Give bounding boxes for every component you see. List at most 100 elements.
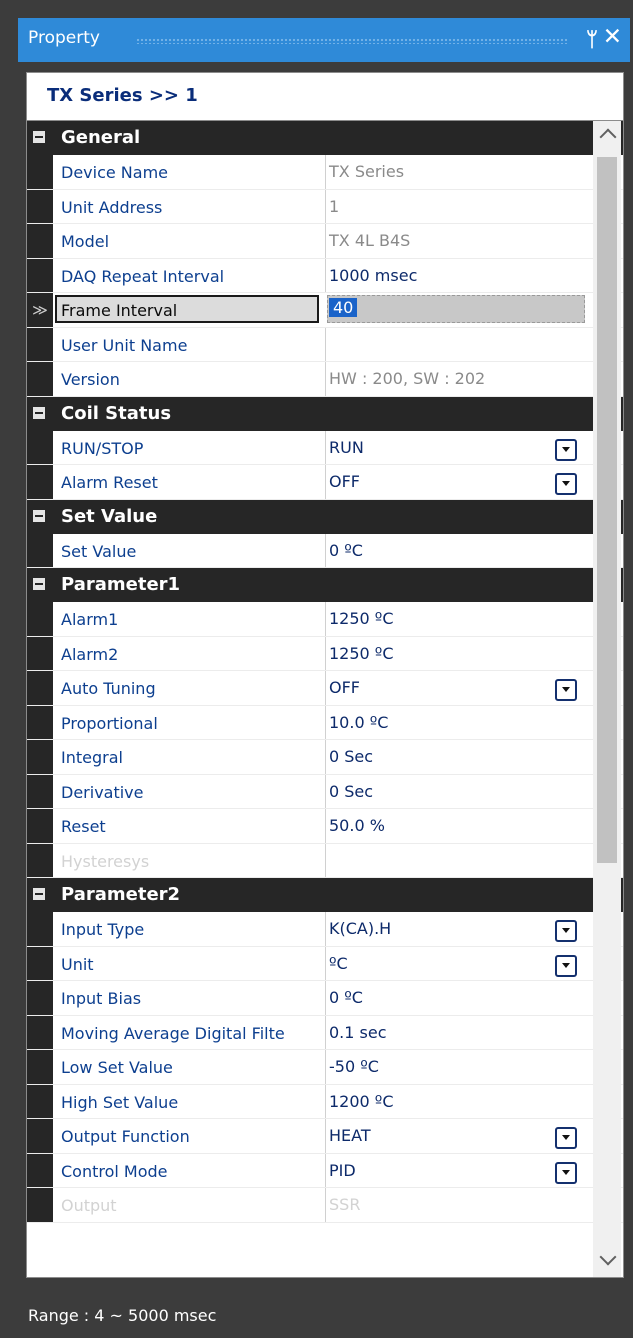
column-divider[interactable] [325, 912, 326, 946]
collapse-icon[interactable] [33, 509, 45, 522]
column-divider[interactable] [325, 258, 326, 292]
close-icon[interactable]: ✕ [603, 24, 622, 50]
column-divider[interactable] [325, 1015, 326, 1049]
pin-icon[interactable]: ᛘ [586, 27, 598, 51]
column-divider[interactable] [325, 1188, 326, 1222]
row-gutter [27, 671, 53, 705]
property-row-control-mode[interactable]: Control Mode PID [27, 1153, 623, 1188]
category-set-value[interactable]: Set Value [27, 499, 623, 534]
property-value[interactable]: 1000 msec [329, 266, 417, 285]
dropdown-arrow-icon[interactable] [555, 920, 577, 942]
column-divider[interactable] [325, 740, 326, 774]
column-divider[interactable] [325, 774, 326, 808]
property-row-high-set-value[interactable]: High Set Value 1200 ºC [27, 1084, 623, 1119]
column-divider[interactable] [325, 843, 326, 877]
property-row-model[interactable]: Model TX 4L B4S [27, 224, 623, 259]
property-row-run-stop[interactable]: RUN/STOP RUN [27, 430, 623, 465]
property-value[interactable]: ºC [329, 954, 348, 973]
property-row-unit[interactable]: Unit ºC [27, 946, 623, 981]
column-divider[interactable] [325, 327, 326, 361]
property-row-moving-average-filter[interactable]: Moving Average Digital Filte 0.1 sec [27, 1015, 623, 1050]
property-row-integral[interactable]: Integral 0 Sec [27, 740, 623, 775]
property-value[interactable]: 1250 ºC [329, 644, 394, 663]
property-value[interactable]: OFF [329, 472, 360, 491]
property-value[interactable]: 0 Sec [329, 782, 373, 801]
dropdown-arrow-icon[interactable] [555, 473, 577, 495]
property-row-input-type[interactable]: Input Type K(CA).H [27, 912, 623, 947]
column-divider[interactable] [325, 155, 326, 189]
property-value[interactable]: 10.0 ºC [329, 713, 388, 732]
column-divider[interactable] [325, 362, 326, 396]
property-row-unit-address[interactable]: Unit Address 1 [27, 189, 623, 224]
column-divider[interactable] [325, 430, 326, 464]
collapse-icon[interactable] [33, 578, 45, 590]
property-row-reset[interactable]: Reset 50.0 % [27, 809, 623, 844]
object-selector[interactable]: TX Series >> 1 [26, 72, 624, 122]
column-divider[interactable] [325, 602, 326, 636]
column-divider[interactable] [325, 946, 326, 980]
column-divider[interactable] [325, 809, 326, 843]
column-divider[interactable] [325, 533, 326, 567]
property-row-alarm-reset[interactable]: Alarm Reset OFF [27, 465, 623, 500]
property-value[interactable]: K(CA).H [329, 919, 391, 938]
collapse-icon[interactable] [33, 131, 45, 143]
property-value[interactable]: -50 ºC [329, 1057, 379, 1076]
dropdown-arrow-icon[interactable] [555, 1161, 577, 1184]
column-divider[interactable] [325, 224, 326, 258]
category-coil-status[interactable]: Coil Status [27, 396, 623, 431]
column-divider[interactable] [325, 705, 326, 739]
dropdown-arrow-icon[interactable] [555, 679, 577, 701]
column-divider[interactable] [325, 981, 326, 1015]
property-row-derivative[interactable]: Derivative 0 Sec [27, 774, 623, 809]
property-row-hysteresys[interactable]: Hysteresys [27, 843, 623, 878]
property-row-device-name[interactable]: Device Name TX Series [27, 155, 623, 190]
dropdown-arrow-icon[interactable] [555, 1127, 577, 1149]
property-value[interactable]: 0 ºC [329, 988, 363, 1007]
property-value[interactable]: 40 [329, 298, 358, 317]
property-value[interactable]: OFF [329, 678, 360, 697]
property-row-input-bias[interactable]: Input Bias 0 ºC [27, 981, 623, 1016]
property-value[interactable]: 0 Sec [329, 747, 373, 766]
property-value[interactable]: 50.0 % [329, 816, 385, 835]
scroll-down-icon[interactable] [599, 1248, 617, 1266]
category-parameter1[interactable]: Parameter1 [27, 568, 623, 602]
property-value[interactable]: RUN [329, 438, 364, 457]
property-value[interactable]: 1200 ºC [329, 1092, 394, 1111]
property-row-user-unit-name[interactable]: User Unit Name [27, 327, 623, 362]
property-row-set-value[interactable]: Set Value 0 ºC [27, 533, 623, 568]
property-row-alarm1[interactable]: Alarm1 1250 ºC [27, 602, 623, 637]
category-parameter2[interactable]: Parameter2 [27, 878, 623, 912]
scroll-thumb[interactable] [597, 157, 617, 863]
property-row-output-function[interactable]: Output Function HEAT [27, 1119, 623, 1154]
property-value[interactable]: PID [329, 1161, 356, 1180]
column-divider[interactable] [325, 189, 326, 223]
property-row-output[interactable]: Output SSR [27, 1188, 623, 1223]
property-value[interactable]: 0 ºC [329, 541, 363, 560]
collapse-icon[interactable] [33, 888, 45, 900]
column-divider[interactable] [325, 1119, 326, 1153]
column-divider[interactable] [325, 1153, 326, 1187]
column-divider[interactable] [325, 1084, 326, 1118]
property-row-frame-interval[interactable]: ≫ Frame Interval 40 [27, 293, 623, 328]
dropdown-arrow-icon[interactable] [555, 954, 577, 977]
dropdown-arrow-icon[interactable] [555, 438, 577, 461]
property-row-low-set-value[interactable]: Low Set Value -50 ºC [27, 1050, 623, 1085]
property-value[interactable]: 1250 ºC [329, 609, 394, 628]
collapse-icon[interactable] [33, 406, 45, 419]
frame-interval-input[interactable] [327, 295, 585, 323]
scroll-up-icon[interactable] [599, 128, 617, 146]
property-row-auto-tuning[interactable]: Auto Tuning OFF [27, 671, 623, 706]
property-row-proportional[interactable]: Proportional 10.0 ºC [27, 705, 623, 740]
column-divider[interactable] [325, 636, 326, 670]
property-row-version[interactable]: Version HW : 200, SW : 202 [27, 362, 623, 397]
vertical-scrollbar[interactable] [593, 121, 621, 1277]
column-divider[interactable] [325, 671, 326, 705]
property-value[interactable]: 0.1 sec [329, 1023, 387, 1042]
column-divider[interactable] [325, 1050, 326, 1084]
column-divider[interactable] [325, 465, 326, 499]
property-row-daq-repeat-interval[interactable]: DAQ Repeat Interval 1000 msec [27, 258, 623, 293]
property-value[interactable]: HEAT [329, 1126, 371, 1145]
category-general[interactable]: General [27, 121, 623, 155]
drag-grip[interactable] [136, 38, 568, 44]
property-row-alarm2[interactable]: Alarm2 1250 ºC [27, 636, 623, 671]
